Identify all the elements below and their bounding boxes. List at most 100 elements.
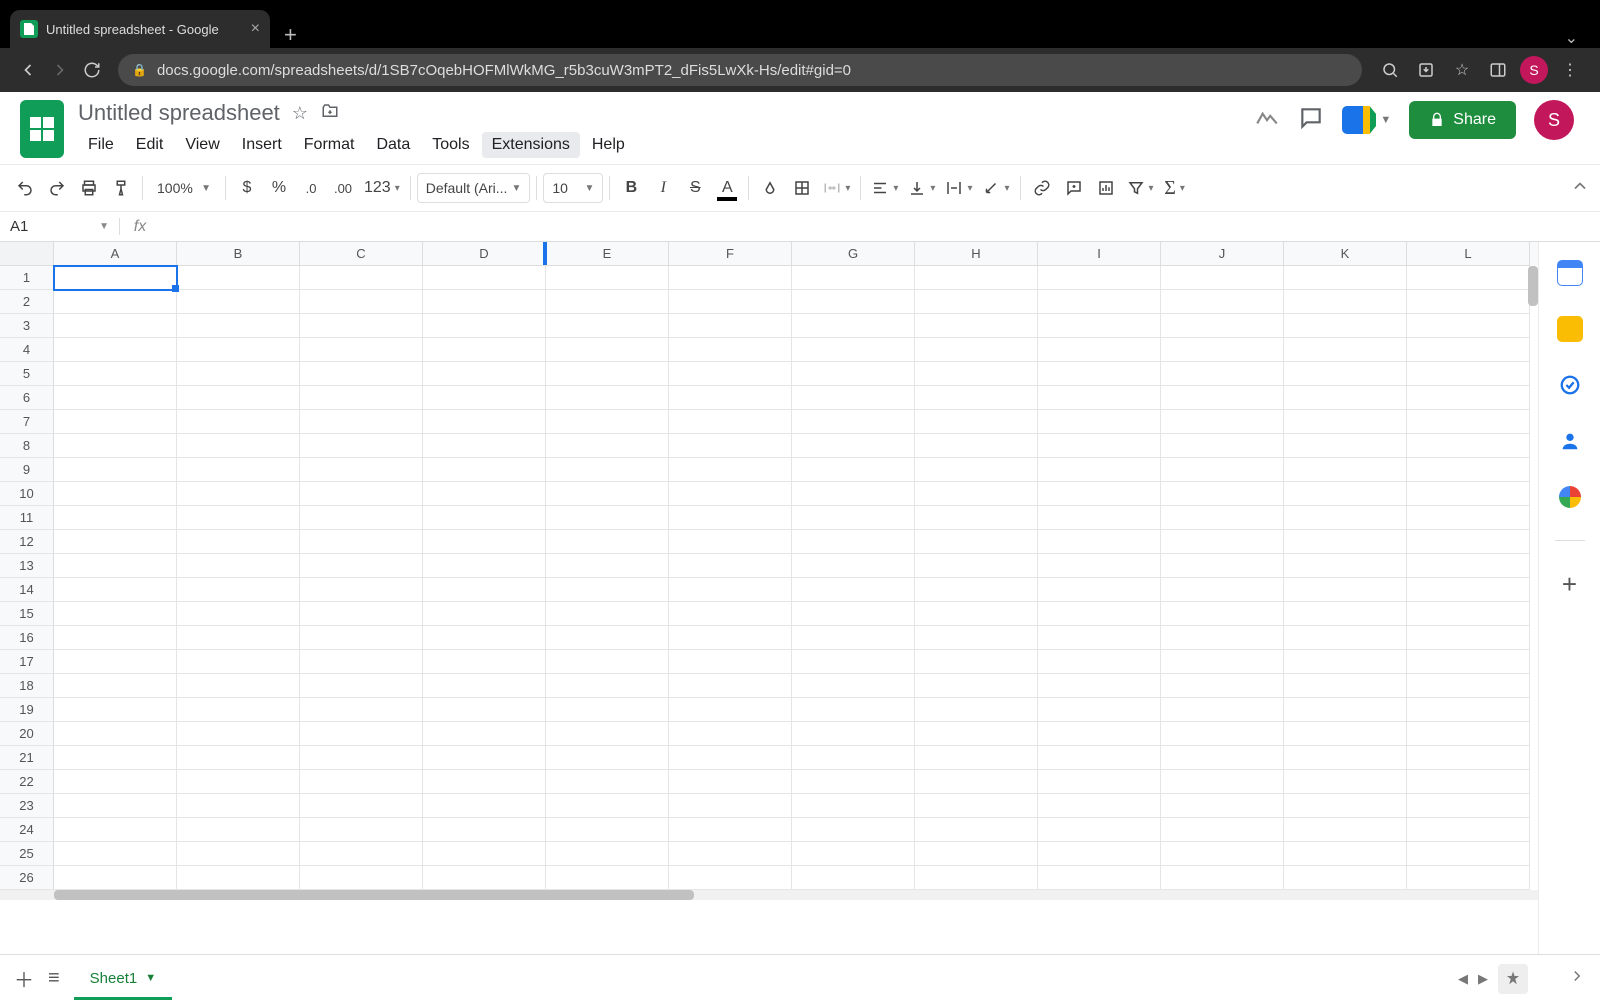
tasks-addon-icon[interactable]	[1557, 372, 1583, 398]
column-header[interactable]: D	[423, 242, 546, 266]
row-header[interactable]: 19	[0, 698, 54, 722]
text-color-button[interactable]: A	[712, 173, 742, 203]
cell[interactable]	[423, 458, 546, 482]
cell[interactable]	[177, 626, 300, 650]
redo-button[interactable]	[42, 173, 72, 203]
cell[interactable]	[1161, 818, 1284, 842]
cell[interactable]	[669, 386, 792, 410]
zoom-indicator-icon[interactable]	[1374, 54, 1406, 86]
cell[interactable]	[546, 266, 669, 290]
row-header[interactable]: 23	[0, 794, 54, 818]
cell[interactable]	[546, 338, 669, 362]
cell[interactable]	[669, 482, 792, 506]
document-title[interactable]: Untitled spreadsheet	[78, 100, 280, 126]
cell[interactable]	[54, 770, 177, 794]
cell[interactable]	[1407, 818, 1530, 842]
fill-color-button[interactable]	[755, 173, 785, 203]
cell[interactable]	[1407, 698, 1530, 722]
cell[interactable]	[546, 482, 669, 506]
cell[interactable]	[423, 818, 546, 842]
spreadsheet-grid[interactable]: ABCDEFGHIJKL 123456789101112131415161718…	[0, 242, 1538, 954]
cell[interactable]	[1284, 530, 1407, 554]
cell[interactable]	[792, 506, 915, 530]
cell[interactable]	[792, 818, 915, 842]
cell[interactable]	[1038, 482, 1161, 506]
cell[interactable]	[300, 266, 423, 290]
cell[interactable]	[669, 338, 792, 362]
cell[interactable]	[423, 434, 546, 458]
cell[interactable]	[1407, 554, 1530, 578]
cell[interactable]	[1284, 626, 1407, 650]
cell[interactable]	[1161, 866, 1284, 890]
cell[interactable]	[300, 290, 423, 314]
cell[interactable]	[1407, 866, 1530, 890]
cell[interactable]	[669, 434, 792, 458]
cell[interactable]	[300, 386, 423, 410]
cell[interactable]	[1161, 290, 1284, 314]
column-header[interactable]: I	[1038, 242, 1161, 266]
column-header[interactable]: F	[669, 242, 792, 266]
cell[interactable]	[423, 698, 546, 722]
cell[interactable]	[54, 314, 177, 338]
cell[interactable]	[1284, 794, 1407, 818]
cell[interactable]	[1161, 458, 1284, 482]
cell[interactable]	[915, 386, 1038, 410]
cell[interactable]	[423, 362, 546, 386]
cell[interactable]	[915, 626, 1038, 650]
cell[interactable]	[54, 674, 177, 698]
cell[interactable]	[792, 338, 915, 362]
cell[interactable]	[177, 698, 300, 722]
cell[interactable]	[423, 602, 546, 626]
cell[interactable]	[1407, 626, 1530, 650]
horizontal-align-button[interactable]: ▾	[867, 173, 902, 203]
cell[interactable]	[1284, 410, 1407, 434]
cell[interactable]	[423, 770, 546, 794]
move-icon[interactable]	[320, 102, 340, 125]
cell[interactable]	[546, 866, 669, 890]
cell[interactable]	[1161, 482, 1284, 506]
cell[interactable]	[1161, 722, 1284, 746]
browser-menu-icon[interactable]: ⋮	[1554, 54, 1586, 86]
cell[interactable]	[915, 722, 1038, 746]
cell[interactable]	[423, 410, 546, 434]
row-header[interactable]: 22	[0, 770, 54, 794]
vertical-scrollbar-thumb[interactable]	[1528, 266, 1538, 306]
cell[interactable]	[546, 626, 669, 650]
cell[interactable]	[546, 458, 669, 482]
cell[interactable]	[1038, 314, 1161, 338]
cell[interactable]	[1284, 650, 1407, 674]
cell[interactable]	[300, 434, 423, 458]
font-size-select[interactable]: 10▼	[543, 173, 603, 203]
row-header[interactable]: 10	[0, 482, 54, 506]
cell[interactable]	[423, 386, 546, 410]
select-all-corner[interactable]	[0, 242, 54, 266]
row-header[interactable]: 16	[0, 626, 54, 650]
cell[interactable]	[546, 674, 669, 698]
cell[interactable]	[1038, 770, 1161, 794]
cell[interactable]	[792, 482, 915, 506]
row-header[interactable]: 26	[0, 866, 54, 890]
cell[interactable]	[177, 650, 300, 674]
cell[interactable]	[1038, 794, 1161, 818]
cell[interactable]	[177, 842, 300, 866]
maps-addon-icon[interactable]	[1557, 484, 1583, 510]
cell[interactable]	[300, 866, 423, 890]
cell[interactable]	[792, 602, 915, 626]
cell[interactable]	[915, 338, 1038, 362]
cell[interactable]	[54, 434, 177, 458]
cell[interactable]	[300, 770, 423, 794]
cell[interactable]	[669, 818, 792, 842]
cell[interactable]	[1161, 746, 1284, 770]
row-header[interactable]: 15	[0, 602, 54, 626]
cell[interactable]	[915, 602, 1038, 626]
cell[interactable]	[177, 674, 300, 698]
cell[interactable]	[1038, 410, 1161, 434]
cell[interactable]	[300, 626, 423, 650]
cell[interactable]	[300, 674, 423, 698]
cell[interactable]	[1407, 674, 1530, 698]
cell[interactable]	[792, 722, 915, 746]
cell[interactable]	[54, 362, 177, 386]
cell[interactable]	[546, 746, 669, 770]
sheet-tab[interactable]: Sheet1 ▼	[74, 958, 172, 1000]
cell[interactable]	[1284, 674, 1407, 698]
